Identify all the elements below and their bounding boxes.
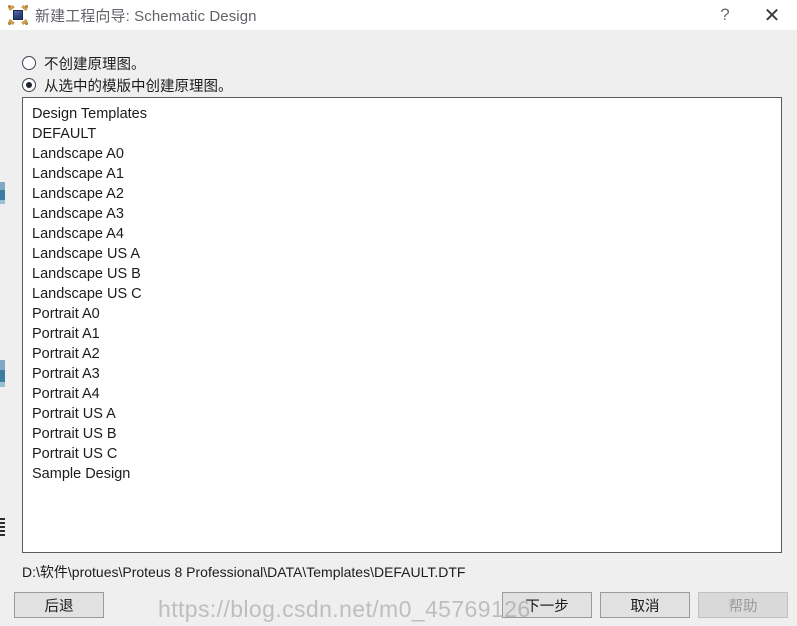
help-button: 帮助 xyxy=(698,592,788,618)
dialog-footer: 后退 下一步 取消 帮助 xyxy=(0,585,797,626)
list-item[interactable]: DEFAULT xyxy=(23,124,781,144)
next-button[interactable]: 下一步 xyxy=(502,592,592,618)
list-item[interactable]: Landscape US B xyxy=(23,264,781,284)
list-item[interactable]: Portrait A4 xyxy=(23,384,781,404)
schematic-option-group: 不创建原理图。 从选中的模版中创建原理图。 xyxy=(22,52,233,96)
radio-option-label: 从选中的模版中创建原理图。 xyxy=(44,78,233,95)
list-item[interactable]: Portrait A2 xyxy=(23,344,781,364)
new-project-wizard-dialog: 新建工程向导: Schematic Design ? ✕ 不创建原理图。 从选中… xyxy=(0,0,797,626)
radio-option-from-template[interactable]: 从选中的模版中创建原理图。 xyxy=(22,74,233,96)
help-icon[interactable]: ? xyxy=(703,0,747,30)
design-template-list: Design Templates DEFAULT Landscape A0 Lands… xyxy=(23,98,781,484)
list-item[interactable]: Design Templates xyxy=(23,104,781,124)
list-item[interactable]: Landscape US C xyxy=(23,284,781,304)
list-item[interactable]: Landscape A3 xyxy=(23,204,781,224)
list-item[interactable]: Portrait US B xyxy=(23,424,781,444)
radio-option-no-schematic[interactable]: 不创建原理图。 xyxy=(22,52,233,74)
radio-circle-icon xyxy=(22,56,36,70)
radio-option-label: 不创建原理图。 xyxy=(44,56,146,73)
list-item[interactable]: Portrait A3 xyxy=(23,364,781,384)
list-item[interactable]: Portrait A0 xyxy=(23,304,781,324)
dialog-content: 不创建原理图。 从选中的模版中创建原理图。 Design Templates DE… xyxy=(0,30,797,585)
list-item[interactable]: Portrait US C xyxy=(23,444,781,464)
list-item[interactable]: Portrait US A xyxy=(23,404,781,424)
cancel-button[interactable]: 取消 xyxy=(600,592,690,618)
list-item[interactable]: Landscape A2 xyxy=(23,184,781,204)
template-path-label: D:\软件\protues\Proteus 8 Professional\DAT… xyxy=(22,564,466,580)
list-item[interactable]: Landscape A0 xyxy=(23,144,781,164)
list-item[interactable]: Landscape A4 xyxy=(23,224,781,244)
design-template-listbox[interactable]: Design Templates DEFAULT Landscape A0 Lands… xyxy=(22,97,782,553)
list-item[interactable]: Sample Design xyxy=(23,464,781,484)
list-item[interactable]: Landscape US A xyxy=(23,244,781,264)
close-icon[interactable]: ✕ xyxy=(747,0,797,30)
list-item[interactable]: Landscape A1 xyxy=(23,164,781,184)
proteus-chip-icon xyxy=(8,5,28,25)
list-item[interactable]: Portrait A1 xyxy=(23,324,781,344)
title-bar: 新建工程向导: Schematic Design ? ✕ xyxy=(0,0,797,30)
radio-circle-selected-icon xyxy=(22,78,36,92)
window-title: 新建工程向导: Schematic Design xyxy=(35,7,257,25)
back-button[interactable]: 后退 xyxy=(14,592,104,618)
